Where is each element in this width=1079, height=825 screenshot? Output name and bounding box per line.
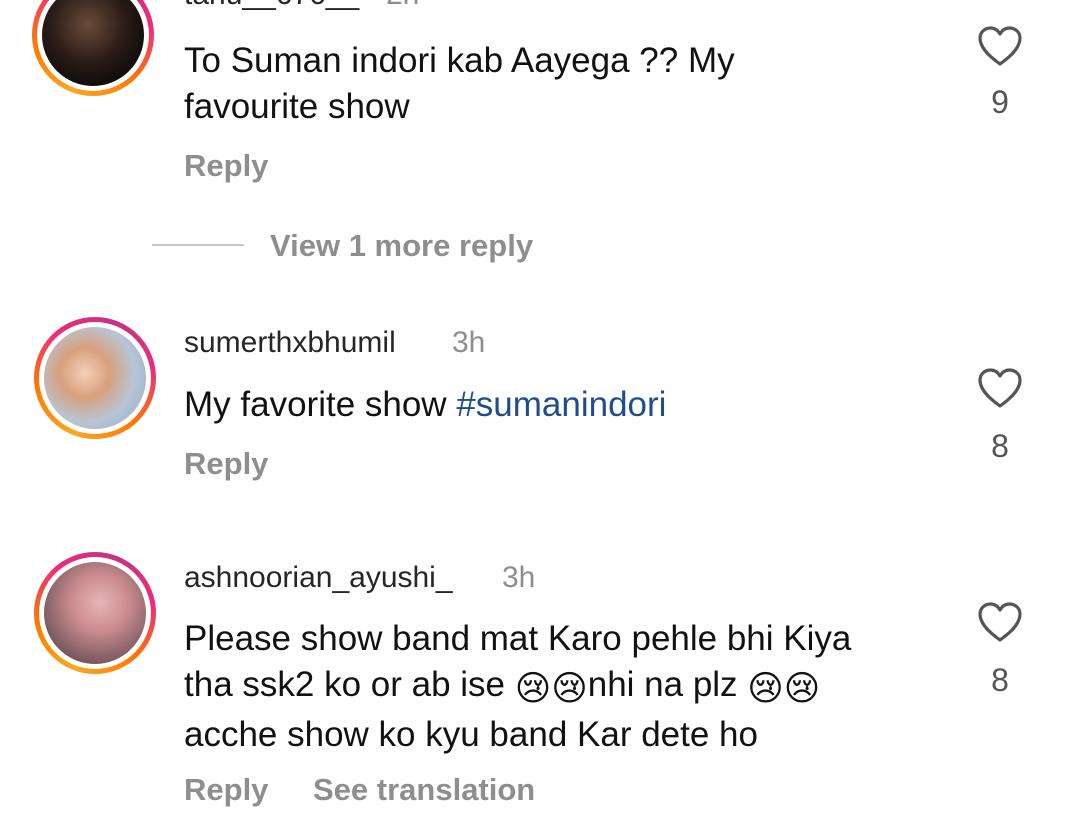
comment-text-line: acche show ko kyu band Kar dete ho xyxy=(184,715,758,754)
comment-text-line: favourite show xyxy=(184,87,410,126)
comments-list: tanu__676__ 2h To Suman indori kab Aayeg… xyxy=(0,0,1079,825)
see-translation-button[interactable]: See translation xyxy=(313,772,535,808)
heart-outline-icon[interactable] xyxy=(976,24,1024,68)
comment-username[interactable]: ashnoorian_ayushi_ xyxy=(184,561,453,595)
avatar[interactable] xyxy=(34,552,156,674)
comment-text-part: nhi na plz xyxy=(587,665,748,704)
avatar[interactable] xyxy=(34,317,156,439)
comment-text-line: tha ssk2 ko or ab ise 😢😢nhi na plz 😢😢 xyxy=(184,662,964,712)
crying-emoji: 😢 xyxy=(747,669,784,708)
comment-username[interactable]: sumerthxbhumil xyxy=(184,326,396,360)
comment-text-line: To Suman indori kab Aayega ?? My xyxy=(184,41,735,80)
avatar-image xyxy=(44,327,146,429)
like-count: 8 xyxy=(991,662,1009,698)
like-count: 8 xyxy=(991,428,1009,464)
hashtag-link[interactable]: #sumanindori xyxy=(456,385,666,424)
comment-text-line: Please show band mat Karo pehle bhi Kiya xyxy=(184,619,852,658)
comment-time: 3h xyxy=(452,326,486,359)
like-count: 9 xyxy=(991,84,1009,120)
avatar[interactable] xyxy=(32,0,154,96)
comment-text-part: tha ssk2 ko or ab ise xyxy=(184,665,515,704)
comment-time: 3h xyxy=(502,561,536,594)
reply-button[interactable]: Reply xyxy=(184,772,268,808)
reply-button[interactable]: Reply xyxy=(184,148,268,184)
comment-username[interactable]: tanu__676__ xyxy=(184,0,359,12)
heart-outline-icon[interactable] xyxy=(976,366,1024,410)
view-more-replies-button[interactable]: View 1 more reply xyxy=(270,228,533,264)
heart-outline-icon[interactable] xyxy=(976,600,1024,644)
comment-time: 2h xyxy=(386,0,419,12)
crying-emoji: 😢 xyxy=(551,669,588,708)
crying-emoji: 😢 xyxy=(783,669,821,708)
reply-button[interactable]: Reply xyxy=(184,446,268,482)
comment-text: To Suman indori kab Aayega ?? My favouri… xyxy=(184,38,884,130)
view-replies-divider xyxy=(152,244,244,246)
comment-text: Please show band mat Karo pehle bhi Kiya… xyxy=(184,616,964,758)
crying-emoji: 😢 xyxy=(514,669,552,708)
comment-text-part: My favorite show xyxy=(184,385,457,424)
avatar-image xyxy=(44,562,146,664)
comment-text: My favorite show #sumanindori xyxy=(184,382,944,428)
